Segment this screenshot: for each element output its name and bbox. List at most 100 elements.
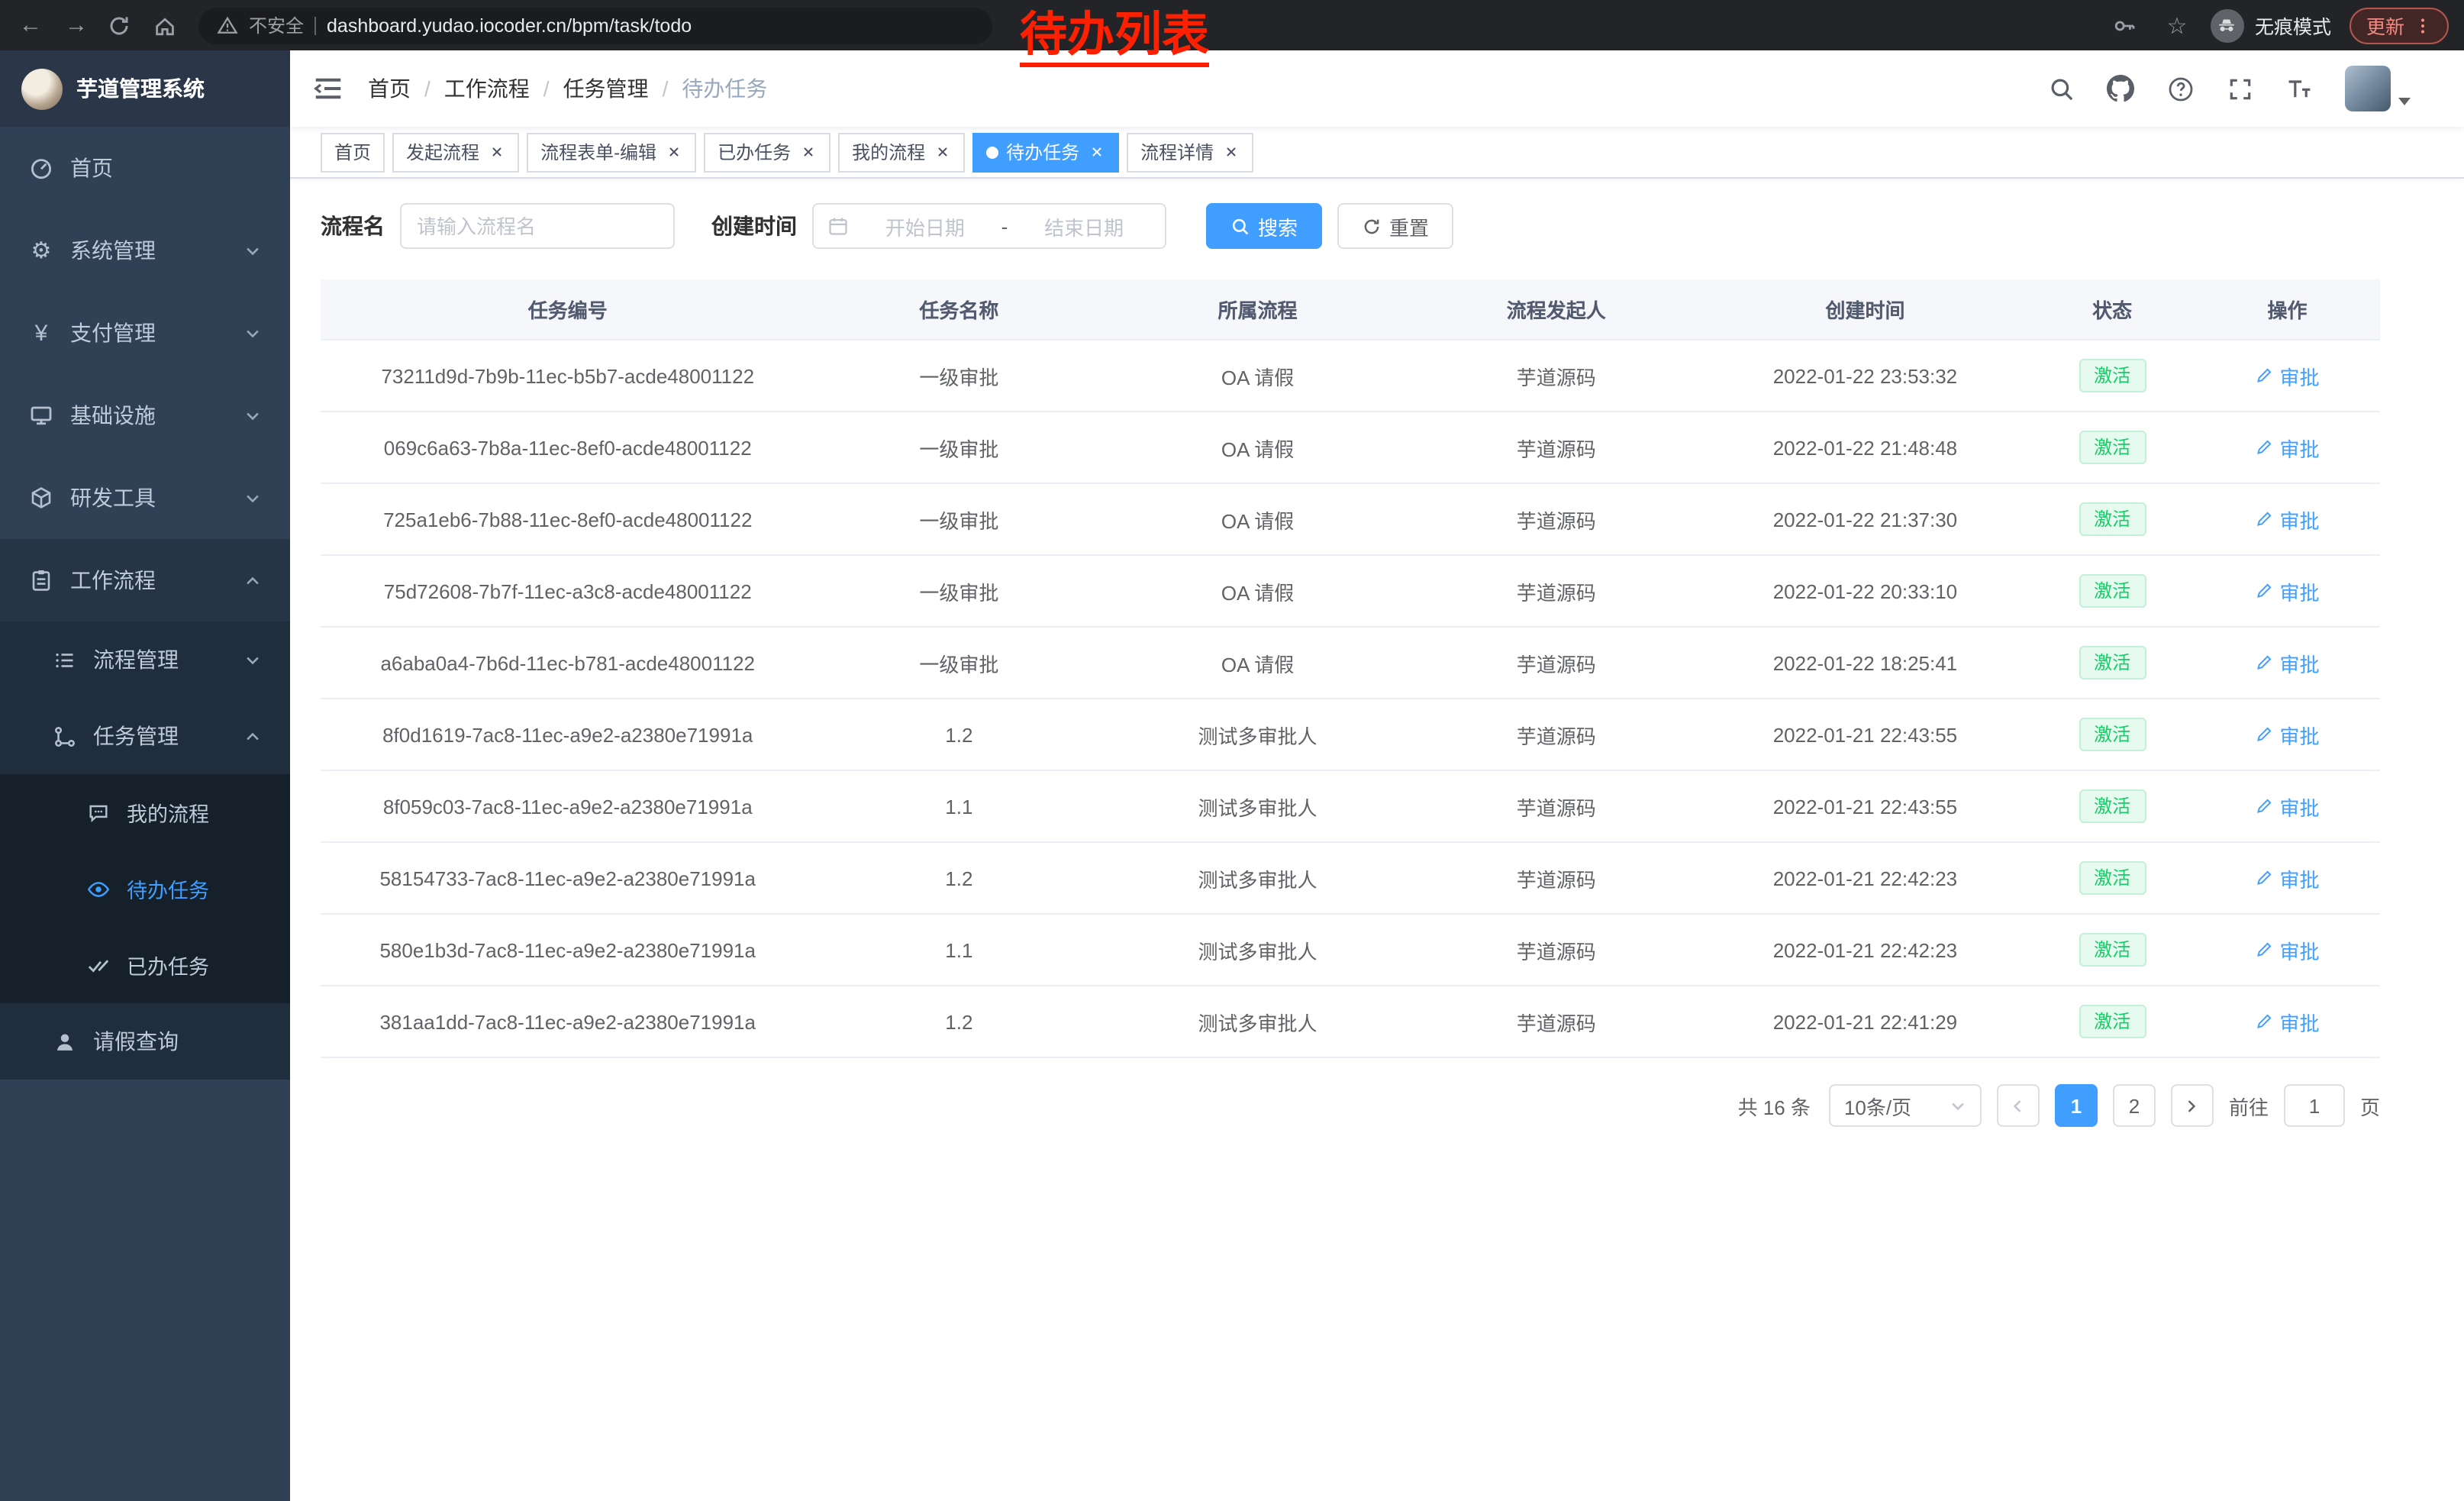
table-row: 8f0d1619-7ac8-11ec-a9e2-a2380e71991a 1.2… xyxy=(321,699,2380,771)
prev-page-button[interactable] xyxy=(1997,1084,2040,1127)
approve-link[interactable]: 审批 xyxy=(2255,433,2319,462)
close-icon[interactable] xyxy=(1087,143,1105,161)
close-icon[interactable] xyxy=(664,143,682,161)
workflow-submenu: 流程管理 任务管理 我的流程 xyxy=(0,621,290,1080)
sidebar-item-payment[interactable]: ¥ 支付管理 xyxy=(0,292,290,374)
chevron-down-icon xyxy=(244,489,261,506)
sidebar-item-process-mgmt[interactable]: 流程管理 xyxy=(0,621,290,698)
tab-process-detail[interactable]: 流程详情 xyxy=(1127,132,1253,172)
approve-link[interactable]: 审批 xyxy=(2255,1007,2319,1036)
font-size-icon[interactable] xyxy=(2285,75,2313,102)
sidebar-item-system[interactable]: ⚙ 系统管理 xyxy=(0,209,290,292)
cell-process: OA 请假 xyxy=(1103,648,1412,677)
close-icon[interactable] xyxy=(1221,143,1240,161)
incognito-badge: 无痕模式 xyxy=(2211,8,2331,42)
status-badge: 激活 xyxy=(2079,933,2146,967)
cell-task-id: 381aa1dd-7ac8-11ec-a9e2-a2380e71991a xyxy=(321,1010,815,1033)
update-button[interactable]: 更新 xyxy=(2350,7,2449,44)
sidebar-item-leave-query[interactable]: 请假查询 xyxy=(0,1003,290,1080)
monitor-icon xyxy=(29,403,53,428)
header-status: 状态 xyxy=(2030,295,2195,324)
star-icon[interactable]: ☆ xyxy=(2162,11,2192,39)
app-title: 芋道管理系统 xyxy=(76,73,205,104)
tab-label: 首页 xyxy=(334,139,371,165)
approve-link[interactable]: 审批 xyxy=(2255,792,2319,821)
fullscreen-icon[interactable] xyxy=(2226,75,2253,102)
approve-link[interactable]: 审批 xyxy=(2255,935,2319,964)
table-row: 381aa1dd-7ac8-11ec-a9e2-a2380e71991a 1.2… xyxy=(321,986,2380,1058)
sidebar-item-infra[interactable]: 基础设施 xyxy=(0,374,290,457)
table-row: 73211d9d-7b9b-11ec-b5b7-acde48001122 一级审… xyxy=(321,341,2380,412)
sidebar-item-done-tasks[interactable]: 已办任务 xyxy=(0,927,290,1003)
next-page-button[interactable] xyxy=(2171,1084,2214,1127)
key-icon[interactable] xyxy=(2113,13,2143,37)
user-menu[interactable] xyxy=(2345,66,2411,111)
home-icon[interactable] xyxy=(153,13,183,37)
approve-link[interactable]: 审批 xyxy=(2255,361,2319,390)
sidebar-item-label: 首页 xyxy=(70,153,113,183)
breadcrumb-task-mgmt[interactable]: 任务管理 xyxy=(563,73,649,104)
url-text: dashboard.yudao.iocoder.cn/bpm/task/todo xyxy=(327,15,692,36)
cell-process: OA 请假 xyxy=(1103,576,1412,605)
approve-link[interactable]: 审批 xyxy=(2255,576,2319,605)
sidebar-item-devtools[interactable]: 研发工具 xyxy=(0,457,290,539)
cell-process: 测试多审批人 xyxy=(1103,1007,1412,1036)
close-icon[interactable] xyxy=(487,143,505,161)
filter-form: 流程名 创建时间 开始日期 - 结束日期 搜索 重 xyxy=(321,203,2380,249)
approve-label: 审批 xyxy=(2279,863,2319,893)
tab-label: 发起流程 xyxy=(406,139,479,165)
close-icon[interactable] xyxy=(933,143,951,161)
cell-task-id: 73211d9d-7b9b-11ec-b5b7-acde48001122 xyxy=(321,364,815,387)
avatar[interactable] xyxy=(2345,66,2391,111)
goto-page-input[interactable] xyxy=(2284,1084,2345,1127)
tab-my-process[interactable]: 我的流程 xyxy=(838,132,965,172)
total-count: 共 16 条 xyxy=(1738,1091,1811,1120)
reset-button[interactable]: 重置 xyxy=(1337,203,1453,249)
sidebar-item-todo-tasks[interactable]: 待办任务 xyxy=(0,851,290,927)
approve-link[interactable]: 审批 xyxy=(2255,720,2319,749)
page-size-select[interactable]: 10条/页 xyxy=(1829,1084,1982,1127)
status-badge: 激活 xyxy=(2079,718,2146,751)
reload-icon[interactable] xyxy=(107,13,137,37)
page-button-2[interactable]: 2 xyxy=(2113,1084,2156,1127)
page-button-1[interactable]: 1 xyxy=(2055,1084,2098,1127)
cell-created: 2022-01-21 22:43:55 xyxy=(1701,723,2030,746)
sidebar-toggle-icon[interactable] xyxy=(313,73,343,104)
cell-initiator: 芋道源码 xyxy=(1412,433,1701,462)
sidebar-item-workflow[interactable]: 工作流程 xyxy=(0,539,290,621)
sidebar-item-my-process[interactable]: 我的流程 xyxy=(0,774,290,851)
search-button[interactable]: 搜索 xyxy=(1206,203,1322,249)
cell-status: 激活 xyxy=(2030,861,2195,895)
sidebar-item-task-mgmt[interactable]: 任务管理 xyxy=(0,698,290,774)
forward-icon[interactable]: → xyxy=(61,12,92,38)
tab-form-edit[interactable]: 流程表单-编辑 xyxy=(527,132,696,172)
cell-actions: 审批 xyxy=(2195,720,2380,749)
github-icon[interactable] xyxy=(2107,75,2134,102)
tab-start-process[interactable]: 发起流程 xyxy=(392,132,519,172)
table-row: 58154733-7ac8-11ec-a9e2-a2380e71991a 1.2… xyxy=(321,843,2380,915)
edit-icon xyxy=(2255,366,2273,385)
tab-todo-tasks[interactable]: 待办任务 xyxy=(972,132,1119,172)
breadcrumb-home[interactable]: 首页 xyxy=(368,73,411,104)
address-bar[interactable]: 不安全 dashboard.yudao.iocoder.cn/bpm/task/… xyxy=(198,7,992,44)
search-icon[interactable] xyxy=(2047,75,2075,102)
process-name-input[interactable] xyxy=(400,203,675,249)
more-vert-icon[interactable] xyxy=(2414,16,2432,34)
date-range-picker[interactable]: 开始日期 - 结束日期 xyxy=(812,203,1166,249)
cell-process: OA 请假 xyxy=(1103,433,1412,462)
cell-initiator: 芋道源码 xyxy=(1412,576,1701,605)
sidebar-item-home[interactable]: 首页 xyxy=(0,127,290,209)
status-badge: 激活 xyxy=(2079,1005,2146,1038)
approve-link[interactable]: 审批 xyxy=(2255,648,2319,677)
list-icon xyxy=(52,647,76,672)
breadcrumb-workflow[interactable]: 工作流程 xyxy=(444,73,530,104)
close-icon[interactable] xyxy=(798,143,817,161)
edit-icon xyxy=(2255,510,2273,528)
tab-done-tasks[interactable]: 已办任务 xyxy=(704,132,830,172)
help-icon[interactable] xyxy=(2166,75,2194,102)
tab-home[interactable]: 首页 xyxy=(321,132,385,172)
approve-link[interactable]: 审批 xyxy=(2255,505,2319,534)
approve-link[interactable]: 审批 xyxy=(2255,863,2319,893)
status-badge: 激活 xyxy=(2079,574,2146,608)
back-icon[interactable]: ← xyxy=(15,12,46,38)
